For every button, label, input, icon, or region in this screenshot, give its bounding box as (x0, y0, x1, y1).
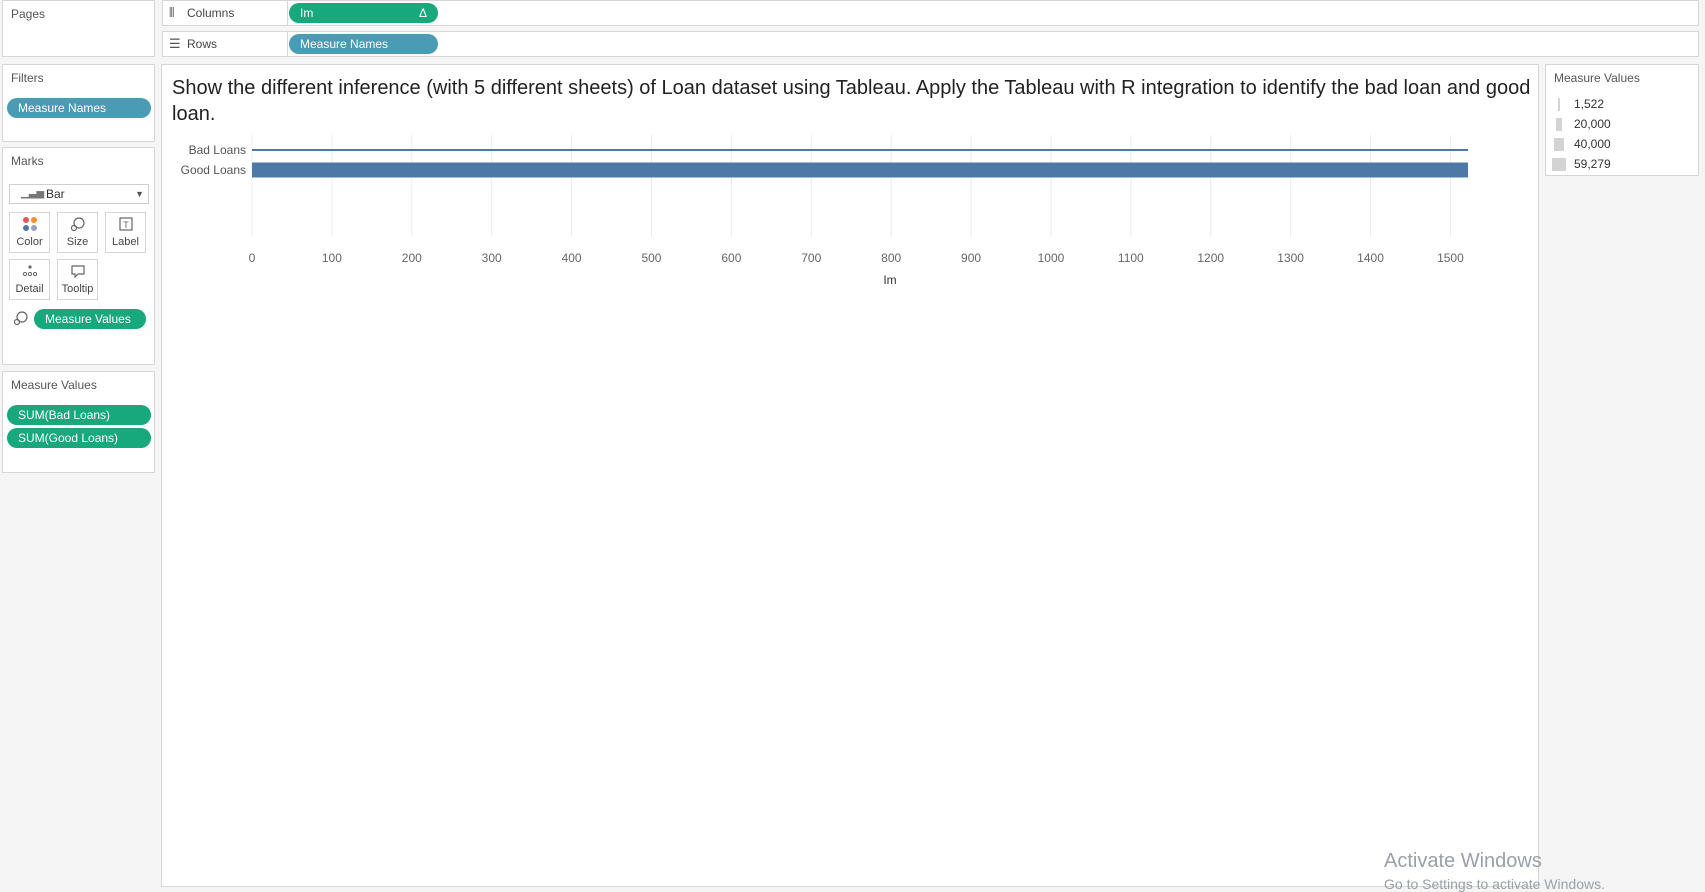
x-tick-label: 300 (482, 251, 502, 265)
columns-label-text: Columns (187, 6, 235, 20)
filter-pill-measure-names[interactable]: Measure Names (7, 98, 151, 118)
columns-pill-im[interactable]: Im Δ (289, 3, 438, 23)
row-label: Bad Loans (189, 143, 246, 157)
x-tick-label: 1100 (1118, 251, 1144, 265)
activate-windows-subtitle: Go to Settings to activate Windows. (1384, 876, 1605, 892)
size-encoding-icon (13, 310, 29, 331)
mark-type-label: Bar (46, 187, 65, 201)
legend-value-label: 20,000 (1574, 117, 1611, 131)
tooltip-button[interactable]: Tooltip (57, 259, 98, 300)
filters-card-title: Filters (11, 71, 44, 85)
marks-card: Marks ▁▃▅ Bar ▼ Color Size T Label Detai… (2, 147, 155, 365)
rows-label-text: Rows (187, 37, 218, 51)
legend-size-swatch (1554, 138, 1564, 151)
rows-icon: ☰ (169, 36, 181, 51)
row-labels: Bad Loans Good Loans (181, 143, 246, 177)
x-tick-label: 100 (322, 251, 342, 265)
x-tick-label: 0 (249, 251, 256, 265)
size-legend: Measure Values 1,522 20,000 40,000 59,279 (1545, 64, 1699, 176)
size-legend-title: Measure Values (1554, 71, 1640, 85)
tooltip-button-label: Tooltip (61, 283, 94, 295)
columns-pill-label: Im (300, 6, 314, 20)
bars (252, 149, 1468, 178)
rows-shelf-label: ☰ Rows (163, 32, 288, 56)
size-pill-measure-values[interactable]: Measure Values (34, 309, 146, 329)
label-button-label: Label (112, 236, 139, 248)
x-tick-label: 400 (562, 251, 582, 265)
detail-button[interactable]: Detail (9, 259, 50, 300)
legend-value-label: 59,279 (1574, 157, 1611, 171)
x-tick-label: 200 (402, 251, 422, 265)
columns-shelf: ⫴ Columns Im Δ (162, 0, 1699, 26)
size-legend-items: 1,522 20,000 40,000 59,279 (1546, 95, 1696, 175)
marks-card-title: Marks (11, 154, 44, 168)
label-button[interactable]: T Label (105, 212, 146, 253)
x-tick-label: 700 (801, 251, 821, 265)
x-tick-label: 1400 (1357, 251, 1384, 265)
rows-shelf: ☰ Rows Measure Names (162, 31, 1699, 57)
x-tick-label: 1500 (1437, 251, 1464, 265)
x-tick-label: 1300 (1277, 251, 1304, 265)
x-tick-label: 800 (881, 251, 901, 265)
pages-card-title: Pages (11, 7, 46, 21)
x-tick-label: 500 (641, 251, 661, 265)
size-button[interactable]: Size (57, 212, 98, 253)
legend-value-label: 1,522 (1574, 97, 1605, 111)
detail-button-label: Detail (15, 283, 44, 295)
legend-size-swatch (1556, 118, 1562, 131)
legend-size-swatch (1558, 98, 1560, 111)
x-tick-label: 1200 (1197, 251, 1224, 265)
rows-pill-measure-names[interactable]: Measure Names (289, 34, 438, 54)
measure-values-card: Measure Values SUM(Bad Loans) SUM(Good L… (2, 371, 155, 473)
bar-bad-loans[interactable] (252, 149, 1468, 151)
filters-card: Filters Measure Names (2, 64, 155, 142)
pages-card: Pages (2, 0, 155, 57)
row-label: Good Loans (181, 163, 246, 177)
measure-values-card-title: Measure Values (11, 378, 97, 392)
color-button-label: Color (16, 236, 43, 248)
columns-icon: ⫴ (169, 5, 175, 20)
legend-value-label: 40,000 (1574, 137, 1611, 151)
bar-chart-icon: ▁▃▅ (21, 188, 45, 199)
color-icon (10, 216, 49, 236)
tooltip-icon (58, 263, 97, 283)
measure-pill-good-loans[interactable]: SUM(Good Loans) (7, 428, 151, 448)
label-icon: T (106, 216, 145, 236)
detail-icon (10, 263, 49, 283)
bar-chart: Bad Loans Good Loans 0 100 200 300 400 500 600 7… (181, 135, 1468, 287)
x-tick-label: 600 (721, 251, 741, 265)
measure-pill-bad-loans[interactable]: SUM(Bad Loans) (7, 405, 151, 425)
mark-type-dropdown[interactable]: ▁▃▅ Bar ▼ (9, 184, 149, 204)
x-axis-ticks: 0 100 200 300 400 500 600 700 800 900 1000 1100 1200… (249, 251, 1464, 265)
legend-size-swatch (1552, 158, 1566, 171)
size-button-label: Size (66, 236, 89, 248)
color-button[interactable]: Color (9, 212, 50, 253)
x-tick-label: 900 (961, 251, 981, 265)
columns-shelf-label: ⫴ Columns (163, 1, 288, 25)
svg-text:T: T (123, 220, 129, 230)
x-axis-title: Im (883, 273, 896, 287)
sheet-title: Show the different inference (with 5 dif… (172, 77, 1531, 125)
chevron-down-icon: ▼ (135, 189, 144, 199)
x-tick-label: 1000 (1038, 251, 1065, 265)
size-icon (58, 216, 97, 236)
worksheet-view: Show the different inference (with 5 dif… (161, 64, 1539, 887)
bar-good-loans[interactable] (252, 162, 1468, 178)
delta-icon: Δ (418, 6, 427, 20)
activate-windows-title: Activate Windows (1384, 850, 1542, 872)
